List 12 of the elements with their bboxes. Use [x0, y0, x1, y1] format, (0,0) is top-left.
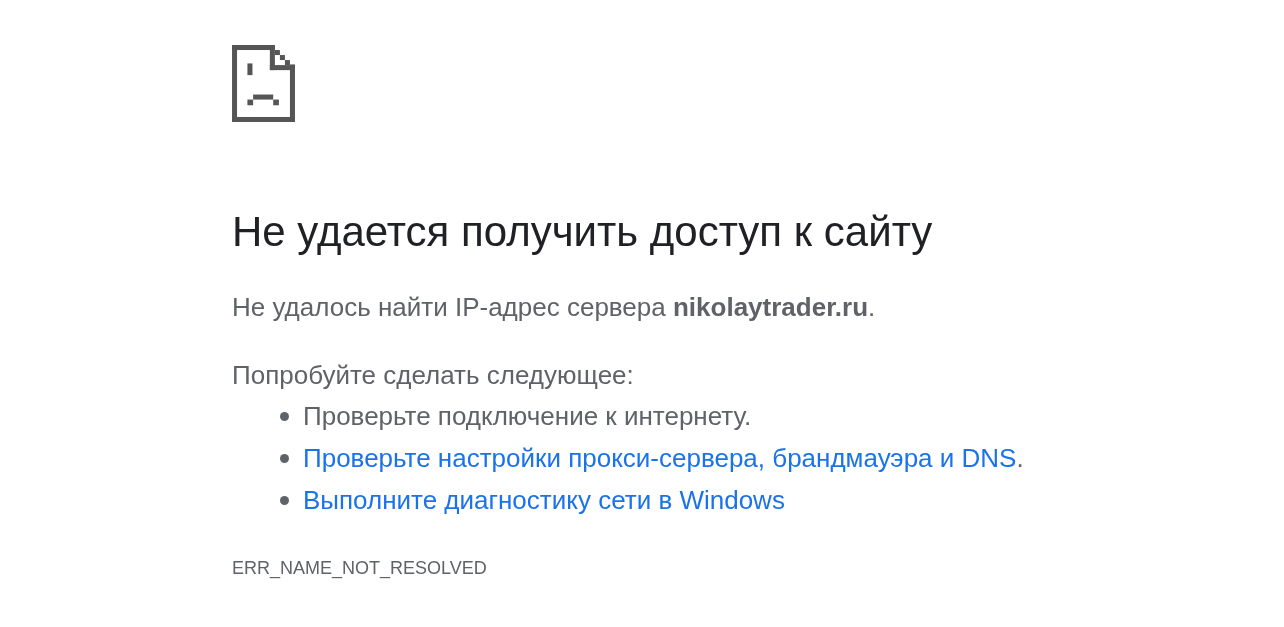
error-code: ERR_NAME_NOT_RESOLVED	[232, 557, 488, 580]
suggestions-heading: Попробуйте сделать следующее:	[232, 359, 635, 392]
suggestion-link[interactable]: Выполните диагностику сети в Windows	[303, 483, 785, 517]
suggestion-link[interactable]: Проверьте настройки прокси-сервера, брандмауэра и DNS	[303, 443, 1017, 473]
bullet-icon	[280, 495, 289, 505]
sad-page-icon	[232, 45, 295, 122]
suggestion-text: Проверьте подключение к интернету.	[303, 400, 752, 433]
page-title: Не удается получить доступ к сайту	[232, 207, 934, 257]
suggestion-text: Проверьте настройки прокси-сервера, брандмауэра и DNS.	[303, 442, 1024, 475]
bullet-icon	[280, 411, 289, 421]
error-message: Не удалось найти IP-адрес сервера nikolaytrader.ru.	[232, 291, 877, 324]
bullet-icon	[280, 453, 289, 463]
